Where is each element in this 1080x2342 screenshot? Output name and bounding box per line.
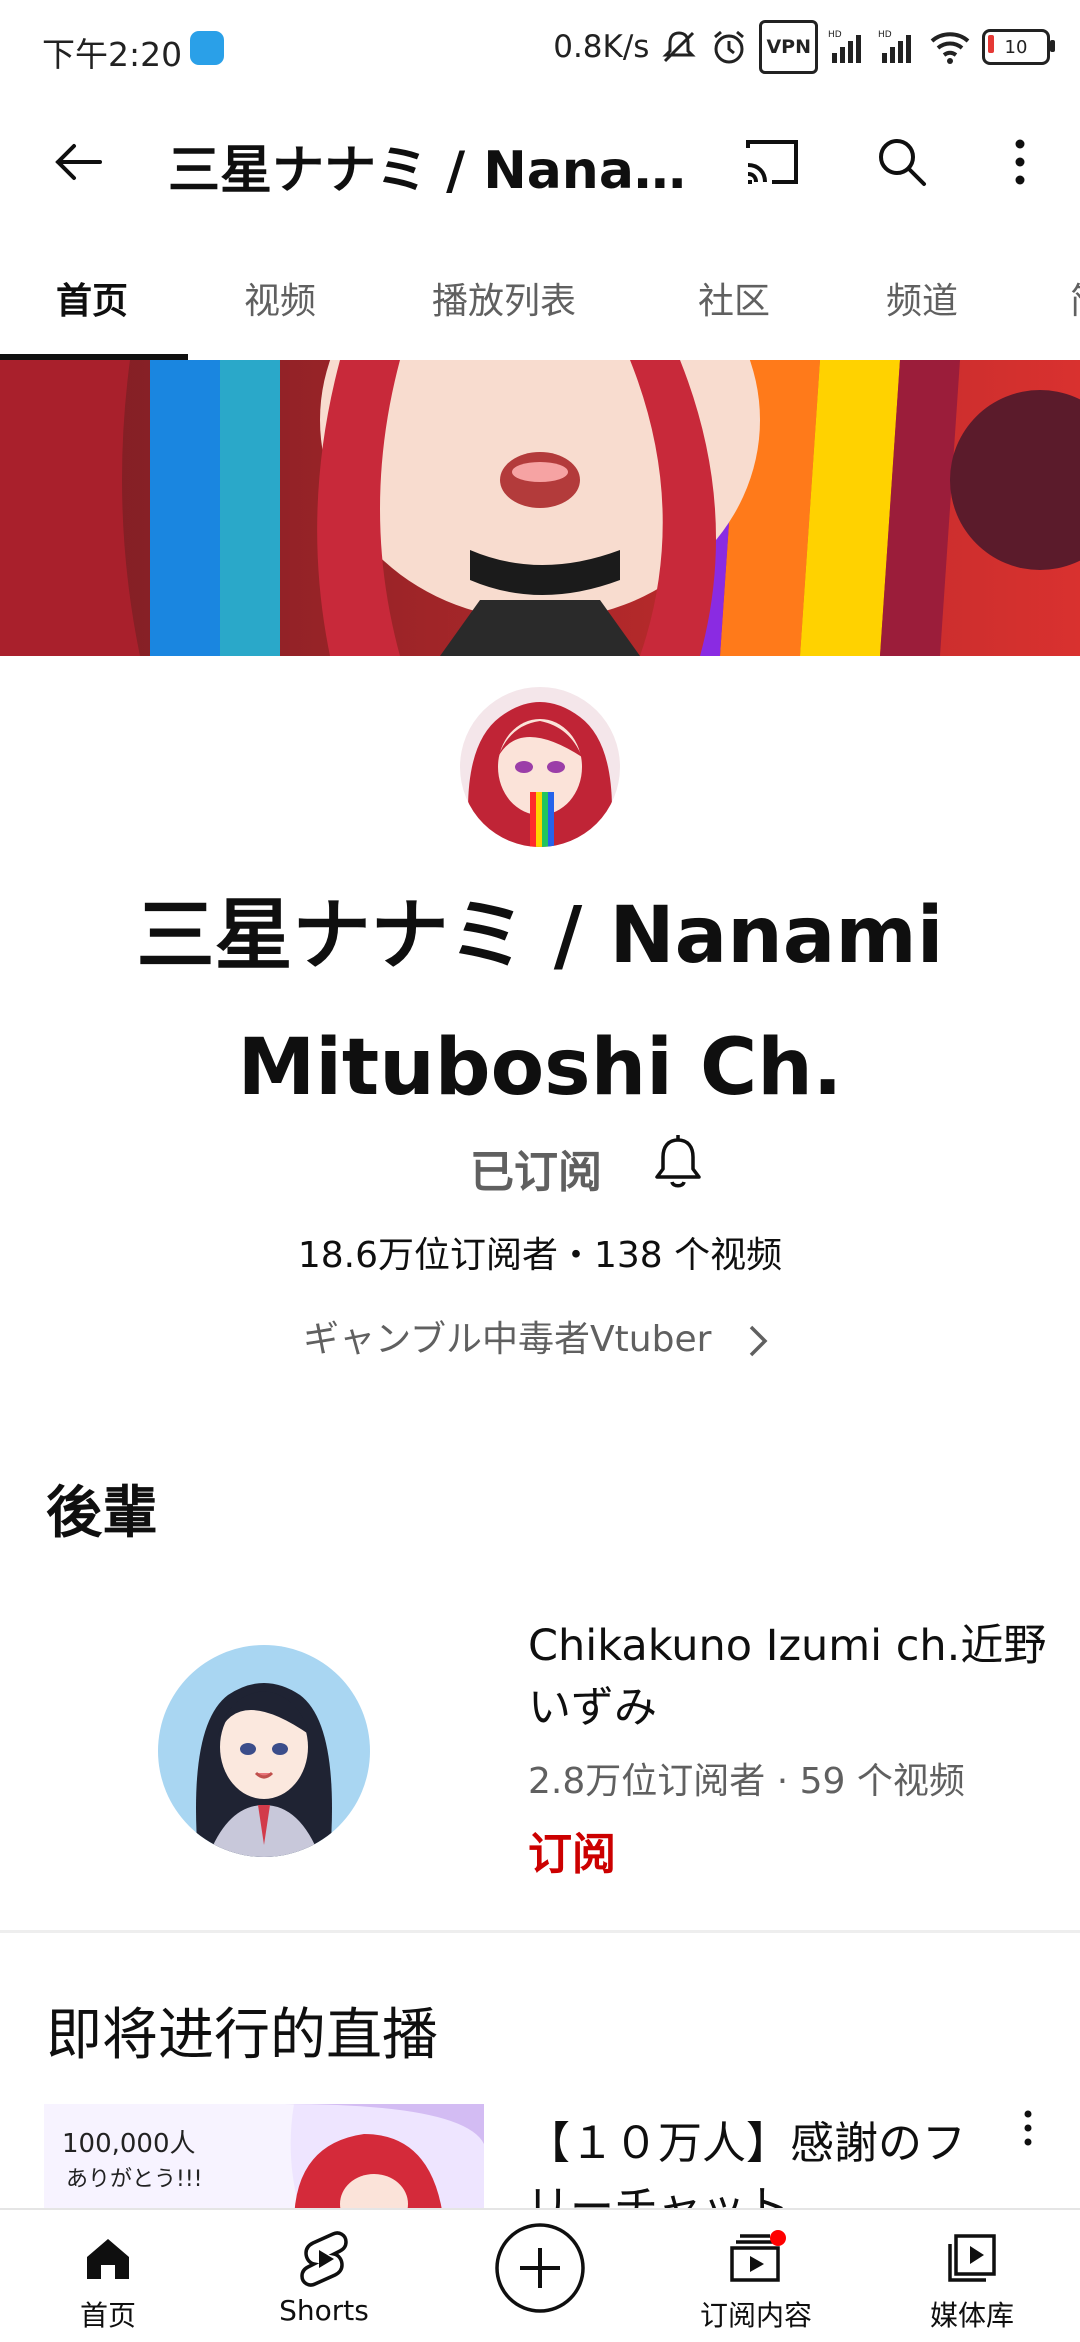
search-button[interactable] bbox=[862, 122, 942, 202]
nav-subscriptions[interactable]: 订阅内容 bbox=[648, 2210, 864, 2342]
nav-home-label: 首页 bbox=[79, 2299, 136, 2332]
wifi-icon bbox=[928, 25, 972, 69]
featured-channel-name[interactable]: Chikakuno Izumi ch.近野いずみ bbox=[528, 1615, 1048, 1739]
subscribed-button[interactable]: 已订阅 bbox=[470, 1136, 602, 1200]
app-bar: 三星ナナミ / Nana… bbox=[0, 100, 1080, 224]
nav-home[interactable]: 首页 bbox=[0, 2210, 216, 2342]
nav-library-label: 媒体库 bbox=[929, 2299, 1014, 2332]
status-bar: 下午2:20 0.8K/s VPN HD HD 10 bbox=[0, 0, 1080, 96]
vpn-icon: VPN bbox=[759, 20, 818, 74]
arrow-left-icon bbox=[55, 144, 102, 180]
tagline-text: ギャンブル中毒者Vtuber bbox=[303, 1319, 712, 1360]
bottom-navigation: 首页 Shorts 订阅内容 媒体库 bbox=[0, 2208, 1080, 2342]
subscriptions-icon bbox=[730, 2230, 786, 2282]
shorts-icon bbox=[300, 2231, 348, 2287]
notification-bell-button[interactable] bbox=[650, 1134, 706, 1194]
page-title: 三星ナナミ / Nana… bbox=[168, 141, 686, 201]
back-button[interactable] bbox=[38, 122, 118, 202]
new-content-dot bbox=[770, 2230, 786, 2246]
more-vert-icon bbox=[1024, 2110, 1032, 2146]
hd-label-2: HD bbox=[878, 30, 892, 40]
channel-banner bbox=[0, 360, 1080, 656]
bell-icon bbox=[655, 1135, 701, 1188]
tab-playlists[interactable]: 播放列表 bbox=[432, 272, 576, 324]
video-thumbnail[interactable]: 100,000人 ありがとう!!! bbox=[44, 2104, 484, 2224]
more-options-button[interactable] bbox=[980, 122, 1060, 202]
nav-library[interactable]: 媒体库 bbox=[864, 2210, 1080, 2342]
notification-app-icon bbox=[190, 31, 224, 65]
tab-channels[interactable]: 频道 bbox=[886, 272, 958, 324]
video-more-button[interactable] bbox=[1020, 2106, 1036, 2154]
battery-icon: 10 bbox=[982, 29, 1055, 65]
featured-channel-stats: 2.8万位订阅者 · 59 个视频 bbox=[528, 1761, 965, 1802]
upcoming-section-title: 即将进行的直播 bbox=[46, 2003, 438, 2068]
signal-icon-2: HD bbox=[878, 25, 918, 69]
cast-icon bbox=[746, 140, 798, 184]
home-icon bbox=[87, 2239, 129, 2279]
tab-videos[interactable]: 视频 bbox=[244, 272, 316, 324]
nav-shorts[interactable]: Shorts bbox=[216, 2210, 432, 2342]
library-icon bbox=[948, 2234, 996, 2282]
nav-create[interactable] bbox=[432, 2210, 648, 2342]
signal-icon-1: HD bbox=[828, 25, 868, 69]
search-icon bbox=[879, 139, 926, 186]
tab-home[interactable]: 首页 bbox=[56, 272, 128, 324]
section-divider bbox=[0, 1930, 1080, 1933]
featured-section-title: 後輩 bbox=[46, 1481, 158, 1546]
status-time: 下午2:20 bbox=[42, 35, 183, 74]
battery-level: 10 bbox=[1004, 36, 1028, 58]
alarm-icon bbox=[709, 25, 749, 69]
thumb-text-line2: ありがとう!!! bbox=[66, 2167, 202, 2192]
video-title[interactable]: 【１０万人】感謝のフリーチャット bbox=[526, 2112, 986, 2212]
channel-name-line1: 三星ナナミ / Nanami bbox=[136, 891, 944, 981]
tab-about[interactable]: 简介 bbox=[1070, 272, 1080, 324]
more-vert-icon bbox=[1015, 139, 1025, 185]
nav-shorts-label: Shorts bbox=[279, 2294, 369, 2327]
channel-name-line2: Mituboshi Ch. bbox=[237, 1023, 843, 1113]
network-speed: 0.8K/s bbox=[553, 29, 650, 65]
channel-stats: 18.6万位订阅者・138 个视频 bbox=[297, 1235, 783, 1276]
status-icons: 0.8K/s VPN HD HD 10 bbox=[553, 20, 1055, 74]
create-icon bbox=[495, 2223, 585, 2313]
subscribe-button[interactable]: 订阅 bbox=[528, 1818, 616, 1882]
chevron-right-icon bbox=[749, 1325, 768, 1357]
cast-button[interactable] bbox=[732, 122, 812, 202]
mute-icon bbox=[659, 25, 699, 69]
tab-community[interactable]: 社区 bbox=[698, 272, 770, 324]
channel-avatar[interactable] bbox=[460, 687, 620, 847]
thumb-text-line1: 100,000人 bbox=[62, 2129, 196, 2159]
featured-channel-avatar[interactable] bbox=[158, 1645, 370, 1857]
channel-tagline-link[interactable]: ギャンブル中毒者Vtuber bbox=[0, 1310, 1080, 1362]
hd-label-1: HD bbox=[828, 30, 842, 40]
nav-subscriptions-label: 订阅内容 bbox=[699, 2299, 812, 2332]
channel-tabs: 首页 视频 播放列表 社区 频道 简介 bbox=[0, 228, 1080, 362]
channel-name: 三星ナナミ / Nanami Mituboshi Ch. bbox=[90, 870, 990, 1134]
